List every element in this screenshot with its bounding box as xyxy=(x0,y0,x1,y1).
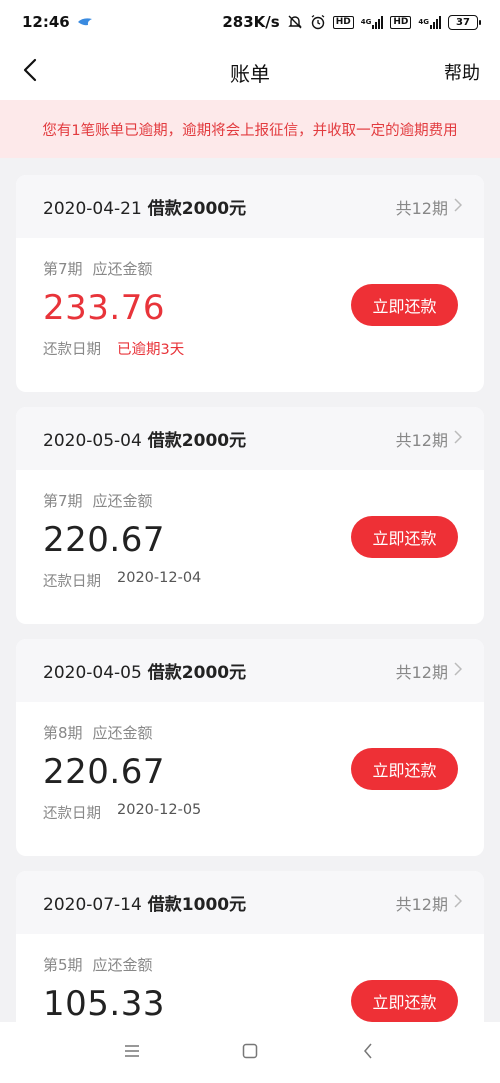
back-button[interactable] xyxy=(14,56,46,88)
due-date-line: 还款日期 已逾期3天 xyxy=(43,338,457,359)
bill-card-body: 第7期 应还金额 220.67 还款日期 2020-12-04 立即还款 xyxy=(16,470,484,624)
bill-installments[interactable]: 共12期 xyxy=(395,891,463,915)
alarm-icon xyxy=(310,14,326,30)
system-nav-bar xyxy=(0,1022,500,1083)
bill-card-header[interactable]: 2020-07-14 借款1000元 共12期 xyxy=(16,871,484,934)
battery-icon: 37 xyxy=(448,14,481,30)
bill-installments[interactable]: 共12期 xyxy=(395,427,463,451)
due-date-line: 还款日期 2020-12-05 xyxy=(43,802,457,823)
hd-badge-2: HD xyxy=(390,15,412,29)
due-date-value: 2020-12-05 xyxy=(117,802,202,818)
signal-icon-2: 4G xyxy=(418,15,441,29)
bird-notification-icon xyxy=(77,16,93,28)
mute-bell-icon xyxy=(287,14,303,30)
overdue-notice: 您有1笔账单已逾期，逾期将会上报征信，并收取一定的逾期费用 xyxy=(0,100,500,158)
bill-date: 2020-04-21 xyxy=(43,199,142,219)
system-back-button[interactable] xyxy=(353,1038,383,1068)
bill-installments[interactable]: 共12期 xyxy=(395,195,463,219)
nav-bar: 账单 帮助 xyxy=(0,44,500,100)
period-line: 第5期 应还金额 xyxy=(43,954,457,975)
pay-now-button[interactable]: 立即还款 xyxy=(351,980,458,1022)
installments-label: 共12期 xyxy=(395,198,448,218)
installments-label: 共12期 xyxy=(395,662,448,682)
bill-installments[interactable]: 共12期 xyxy=(395,659,463,683)
bill-card[interactable]: 2020-05-04 借款2000元 共12期 第7期 应还金额 220.67 还… xyxy=(16,407,484,624)
bill-date: 2020-04-05 xyxy=(43,663,142,683)
bill-loan-amount: 借款1000元 xyxy=(147,895,247,915)
status-bar: 12:46 283K/s HD 4G HD 4G 37 xyxy=(0,0,500,44)
due-date-line: 还款日期 2020-12-04 xyxy=(43,570,457,591)
bill-loan-amount: 借款2000元 xyxy=(147,663,247,683)
amount-label: 应还金额 xyxy=(92,260,153,278)
chevron-right-icon xyxy=(454,429,463,448)
due-date-label: 还款日期 xyxy=(43,342,101,358)
page-title: 账单 xyxy=(230,61,270,86)
amount-label: 应还金额 xyxy=(92,724,153,742)
bill-loan-info: 2020-04-05 借款2000元 xyxy=(43,658,246,683)
overdue-notice-text: 您有1笔账单已逾期，逾期将会上报征信，并收取一定的逾期费用 xyxy=(42,122,458,139)
period-line: 第7期 应还金额 xyxy=(43,258,457,279)
period-line: 第7期 应还金额 xyxy=(43,490,457,511)
period-label: 第8期 xyxy=(43,724,83,742)
pay-now-button[interactable]: 立即还款 xyxy=(351,516,458,558)
bill-list: 2020-04-21 借款2000元 共12期 第7期 应还金额 233.76 还… xyxy=(16,175,484,1083)
chevron-right-icon xyxy=(454,661,463,680)
bill-loan-info: 2020-05-04 借款2000元 xyxy=(43,426,246,451)
bill-card-header[interactable]: 2020-05-04 借款2000元 共12期 xyxy=(16,407,484,470)
due-date-value: 2020-12-04 xyxy=(117,570,202,586)
installments-label: 共12期 xyxy=(395,430,448,450)
period-label: 第7期 xyxy=(43,492,83,510)
signal-icon: 4G xyxy=(361,15,384,29)
bill-loan-amount: 借款2000元 xyxy=(147,199,247,219)
bill-card[interactable]: 2020-04-21 借款2000元 共12期 第7期 应还金额 233.76 还… xyxy=(16,175,484,392)
bill-card-body: 第7期 应还金额 233.76 还款日期 已逾期3天 立即还款 xyxy=(16,238,484,392)
net-speed: 283K/s xyxy=(222,13,280,31)
bill-loan-info: 2020-07-14 借款1000元 xyxy=(43,890,246,915)
due-date-label: 还款日期 xyxy=(43,806,101,822)
pay-now-button[interactable]: 立即还款 xyxy=(351,284,458,326)
status-right: 283K/s HD 4G HD 4G 37 xyxy=(222,13,481,31)
pay-now-button[interactable]: 立即还款 xyxy=(351,748,458,790)
installments-label: 共12期 xyxy=(395,894,448,914)
chevron-left-icon xyxy=(22,58,38,86)
chevron-right-icon xyxy=(454,197,463,216)
help-button[interactable]: 帮助 xyxy=(444,59,480,85)
bill-date: 2020-07-14 xyxy=(43,895,142,915)
back-triangle-icon xyxy=(363,1043,373,1063)
menu-button[interactable] xyxy=(117,1038,147,1068)
bill-card-header[interactable]: 2020-04-05 借款2000元 共12期 xyxy=(16,639,484,702)
bill-loan-info: 2020-04-21 借款2000元 xyxy=(43,194,246,219)
bill-card-body: 第8期 应还金额 220.67 还款日期 2020-12-05 立即还款 xyxy=(16,702,484,856)
amount-label: 应还金额 xyxy=(92,492,153,510)
chevron-right-icon xyxy=(454,893,463,912)
overdue-status: 已逾期3天 xyxy=(117,342,185,358)
amount-label: 应还金额 xyxy=(92,956,153,974)
bill-date: 2020-05-04 xyxy=(43,431,142,451)
hd-badge: HD xyxy=(332,15,354,29)
bill-loan-amount: 借款2000元 xyxy=(147,431,247,451)
period-label: 第7期 xyxy=(43,260,83,278)
bill-card-header[interactable]: 2020-04-21 借款2000元 共12期 xyxy=(16,175,484,238)
status-time: 12:46 xyxy=(22,13,70,31)
menu-icon xyxy=(124,1043,140,1062)
due-date-label: 还款日期 xyxy=(43,574,101,590)
bill-card[interactable]: 2020-04-05 借款2000元 共12期 第8期 应还金额 220.67 还… xyxy=(16,639,484,856)
home-button[interactable] xyxy=(235,1038,265,1068)
period-label: 第5期 xyxy=(43,956,83,974)
status-left: 12:46 xyxy=(22,13,93,31)
period-line: 第8期 应还金额 xyxy=(43,722,457,743)
home-square-icon xyxy=(242,1043,258,1063)
